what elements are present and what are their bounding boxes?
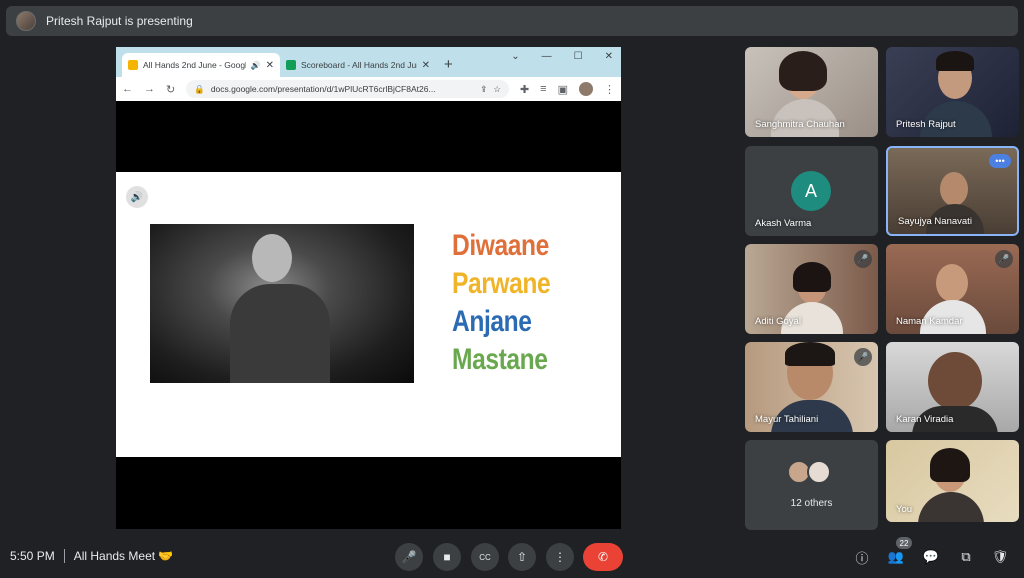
meeting-info: 5:50 PM All Hands Meet 🤝: [10, 549, 173, 563]
participant-tile[interactable]: Sanghmitra Chauhan: [745, 47, 878, 137]
reload-icon[interactable]: ↻: [166, 83, 175, 96]
presentation-slide: 🔊 Diwaane Parwane Anjane Mastane: [116, 172, 621, 457]
participant-name: Akash Varma: [755, 218, 812, 229]
participant-tile[interactable]: A Akash Varma: [745, 146, 878, 236]
end-call-button[interactable]: ✆: [583, 543, 623, 571]
others-count: 12 others: [790, 498, 833, 509]
others-tile[interactable]: 12 others: [745, 440, 878, 530]
camera-button[interactable]: ■: [433, 543, 461, 571]
more-options-icon[interactable]: •••: [989, 154, 1011, 168]
mic-off-icon: 🎤: [995, 250, 1013, 268]
participant-name: You: [896, 504, 913, 515]
participant-tile[interactable]: Karan Viradia: [886, 342, 1019, 432]
meeting-details-icon[interactable]: ⓘ: [852, 547, 872, 567]
close-tab-icon[interactable]: ✕: [266, 60, 274, 71]
slide-word: Diwaane: [452, 229, 549, 262]
mic-off-icon: 🎤: [854, 250, 872, 268]
audio-icon[interactable]: 🔊: [126, 186, 148, 208]
tab-label: All Hands 2nd June - Google: [143, 60, 246, 70]
sheets-icon: [286, 60, 296, 70]
participant-count-badge: 22: [896, 537, 912, 549]
microphone-icon: 🎤: [401, 550, 417, 564]
slide-word: Mastane: [452, 343, 548, 376]
participant-tile[interactable]: ••• Sayujya Nanavati: [886, 146, 1019, 236]
forward-icon[interactable]: →: [144, 83, 155, 95]
host-controls-icon[interactable]: 🛡: [990, 547, 1010, 567]
participant-name: Mayur Tahiliani: [755, 414, 819, 425]
minimize-icon[interactable]: —: [542, 51, 552, 62]
captions-button[interactable]: CC: [471, 543, 499, 571]
presenting-text: Pritesh Rajput is presenting: [46, 14, 193, 28]
browser-tab-slides[interactable]: All Hands 2nd June - Google 🔊 ✕: [122, 53, 280, 77]
browser-tab-strip: All Hands 2nd June - Google 🔊 ✕ Scoreboa…: [116, 47, 621, 77]
participant-tile[interactable]: Pritesh Rajput: [886, 47, 1019, 137]
more-vert-icon: ⋮: [554, 550, 566, 564]
slide-photo: [150, 224, 414, 383]
presenter-avatar: [16, 11, 36, 31]
present-button[interactable]: ⇧: [508, 543, 536, 571]
activities-icon[interactable]: ⧉: [956, 547, 976, 567]
present-icon: ⇧: [516, 550, 528, 564]
extensions-icon[interactable]: ✚: [520, 83, 529, 96]
speaker-icon: 🔊: [250, 60, 261, 70]
shared-screen: All Hands 2nd June - Google 🔊 ✕ Scoreboa…: [116, 47, 621, 529]
participant-name: Pritesh Rajput: [896, 119, 956, 130]
photo-figure: [230, 234, 330, 383]
tab-label: Scoreboard - All Hands 2nd June: [301, 60, 417, 70]
slide-word: Anjane: [452, 305, 532, 338]
browser-tab-sheets[interactable]: Scoreboard - All Hands 2nd June ✕: [280, 53, 436, 77]
avatar: [807, 460, 831, 484]
slide-viewport: 🔊 Diwaane Parwane Anjane Mastane: [116, 101, 621, 529]
meeting-time: 5:50 PM: [10, 549, 55, 563]
profile-avatar[interactable]: [579, 82, 593, 96]
chat-icon[interactable]: 💬: [921, 547, 941, 567]
browser-toolbar: ← → ↻ 🔒 docs.google.com/presentation/d/1…: [116, 77, 621, 101]
phone-hangup-icon: ✆: [597, 550, 609, 564]
participant-tile[interactable]: 🎤 Mayur Tahiliani: [745, 342, 878, 432]
meeting-title: All Hands Meet 🤝: [73, 549, 174, 563]
back-icon[interactable]: ←: [122, 83, 133, 95]
participant-name: Sayujya Nanavati: [898, 216, 972, 227]
microphone-button[interactable]: 🎤: [395, 543, 423, 571]
new-tab-icon[interactable]: +: [444, 56, 453, 73]
people-icon[interactable]: 👥: [886, 547, 906, 567]
participant-name: Sanghmitra Chauhan: [755, 119, 845, 130]
address-bar[interactable]: 🔒 docs.google.com/presentation/d/1wPlUcR…: [186, 80, 509, 98]
window-controls: ⌄ — ☐ ✕: [511, 51, 613, 62]
presenting-banner: Pritesh Rajput is presenting: [6, 6, 1018, 36]
chevron-down-icon[interactable]: ⌄: [511, 51, 519, 62]
menu-icon[interactable]: ⋮: [604, 83, 615, 96]
more-options-button[interactable]: ⋮: [546, 543, 574, 571]
sidepanel-icon[interactable]: ▣: [558, 83, 568, 96]
media-icon[interactable]: ≡: [540, 83, 546, 95]
self-tile[interactable]: You: [886, 440, 1019, 522]
maximize-icon[interactable]: ☐: [574, 51, 583, 62]
close-tab-icon[interactable]: ✕: [422, 60, 430, 71]
close-window-icon[interactable]: ✕: [605, 51, 613, 62]
participant-name: Naman Kamdar: [896, 316, 963, 327]
slides-icon: [128, 60, 138, 70]
participant-tile[interactable]: 🎤 Naman Kamdar: [886, 244, 1019, 334]
camera-icon: ■: [443, 550, 451, 564]
divider: [63, 549, 65, 563]
participant-name: Karan Viradia: [896, 414, 954, 425]
mic-off-icon: 🎤: [854, 348, 872, 366]
participant-tile[interactable]: 🎤 Aditi Goyal: [745, 244, 878, 334]
participant-name: Aditi Goyal: [755, 316, 801, 327]
lock-icon: 🔒: [194, 83, 205, 94]
slide-word: Parwane: [452, 267, 551, 300]
avatar: A: [791, 171, 831, 211]
share-icon[interactable]: ⇪: [480, 84, 487, 95]
url-text: docs.google.com/presentation/d/1wPlUcRT6…: [210, 84, 436, 94]
star-icon[interactable]: ☆: [493, 84, 501, 95]
captions-icon: CC: [479, 552, 491, 562]
slide-words: Diwaane Parwane Anjane Mastane: [452, 227, 551, 379]
